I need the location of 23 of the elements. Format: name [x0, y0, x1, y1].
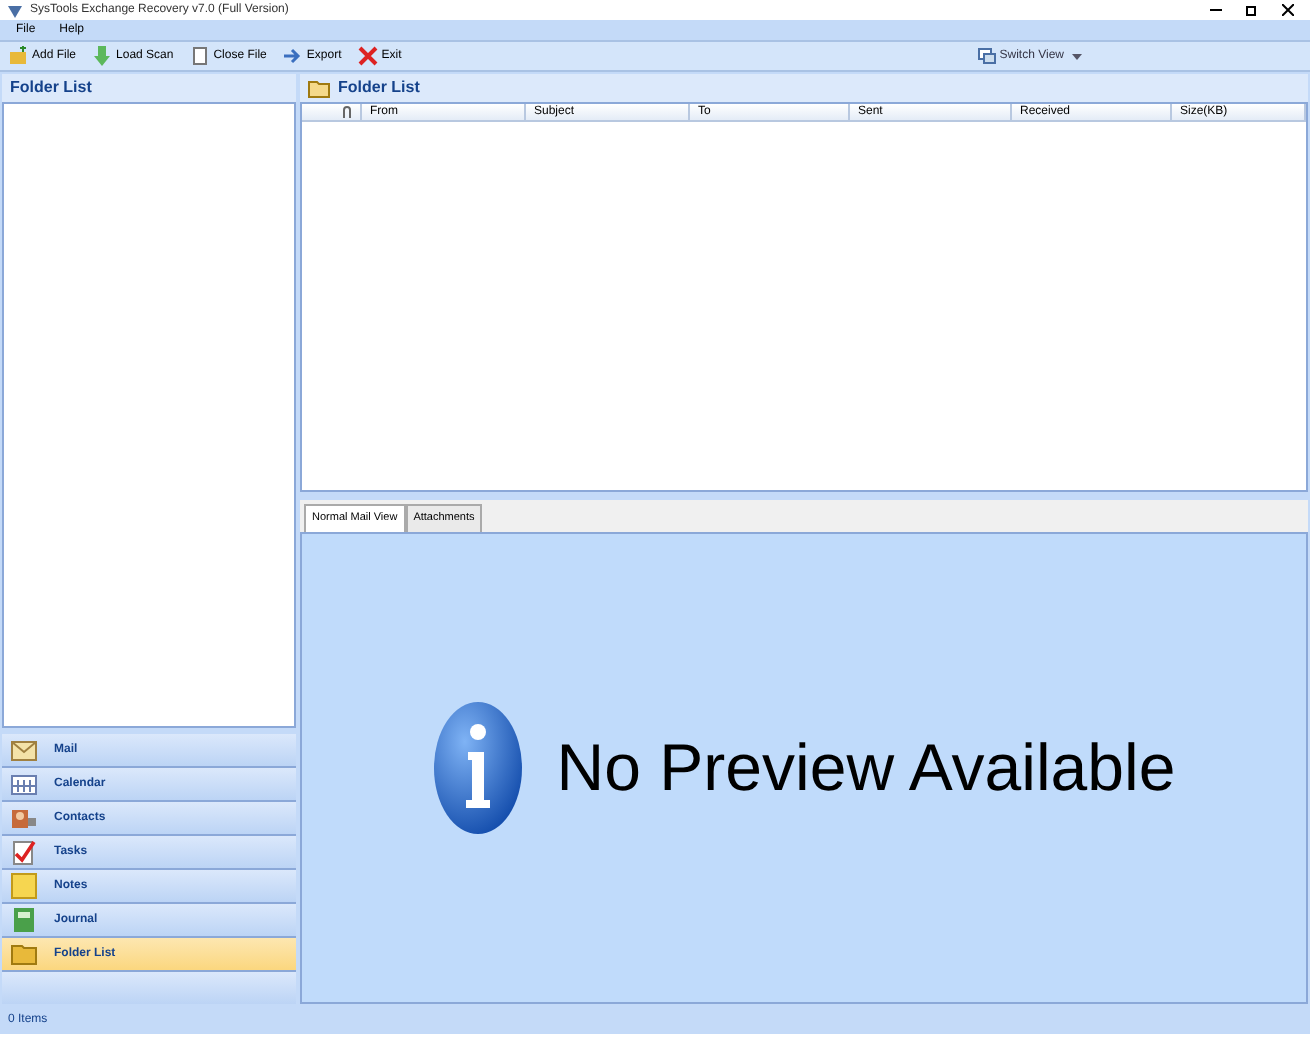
contact-card-icon [10, 806, 38, 830]
minimize-icon[interactable] [1210, 4, 1222, 16]
paperclip-icon [342, 105, 352, 119]
close-icon [357, 46, 378, 66]
folder-plus-icon [8, 46, 28, 66]
folder-icon [308, 79, 330, 97]
document-icon [189, 46, 210, 66]
caret-icon [1072, 53, 1082, 59]
list-title: Folder List [338, 76, 420, 100]
close-icon[interactable] [1282, 4, 1294, 16]
no-preview-text: No Preview Available [556, 728, 1176, 809]
calendar-icon [10, 772, 38, 796]
windows-icon [977, 48, 996, 64]
clipboard-check-icon [10, 838, 38, 866]
info-icon [432, 700, 525, 836]
arrow-down-icon [92, 46, 113, 66]
journal-icon [10, 906, 38, 934]
folder-icon [10, 942, 38, 966]
note-icon [10, 872, 38, 900]
panel-header: Folder List [2, 74, 296, 102]
restore-icon[interactable] [1246, 4, 1258, 16]
export-icon [282, 46, 303, 66]
envelope-icon [10, 738, 38, 762]
